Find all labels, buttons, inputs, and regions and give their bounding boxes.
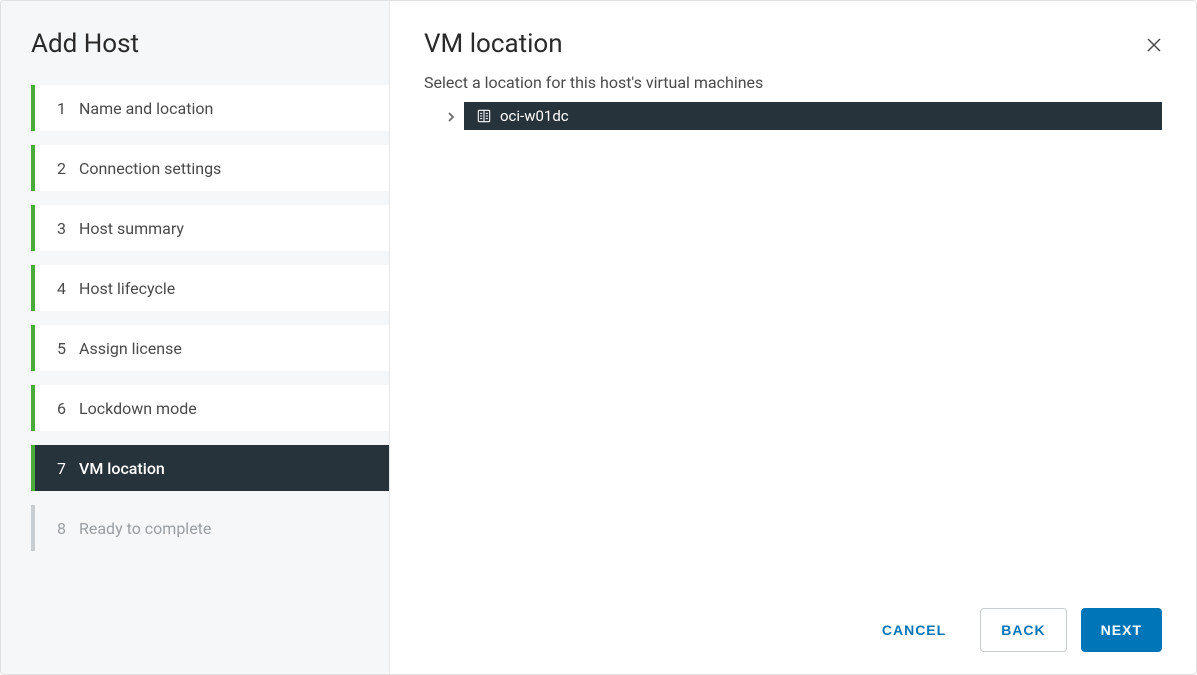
page-subtitle: Select a location for this host's virtua… <box>424 73 1162 92</box>
step-number: 6 <box>57 399 79 418</box>
step-connection-settings[interactable]: 2 Connection settings <box>31 145 389 191</box>
step-label: Name and location <box>79 99 213 118</box>
tree-node-datacenter[interactable]: oci-w01dc <box>464 102 1162 130</box>
step-number: 8 <box>57 519 79 538</box>
datacenter-icon <box>476 108 492 124</box>
wizard-main: VM location Select a location for this h… <box>390 1 1196 674</box>
wizard-steps: 1 Name and location 2 Connection setting… <box>1 85 389 551</box>
step-number: 4 <box>57 279 79 298</box>
next-button[interactable]: NEXT <box>1081 608 1162 652</box>
step-host-lifecycle[interactable]: 4 Host lifecycle <box>31 265 389 311</box>
location-tree: oci-w01dc <box>424 102 1162 130</box>
back-button[interactable]: BACK <box>980 608 1066 652</box>
wizard-footer: CANCEL BACK NEXT <box>424 588 1162 652</box>
tree-node-label: oci-w01dc <box>500 107 569 125</box>
step-number: 3 <box>57 219 79 238</box>
add-host-wizard: Add Host 1 Name and location 2 Connectio… <box>0 0 1197 675</box>
step-label: Connection settings <box>79 159 221 178</box>
chevron-right-icon <box>446 107 456 126</box>
step-number: 1 <box>57 99 79 118</box>
step-ready-to-complete: 8 Ready to complete <box>31 505 389 551</box>
step-name-and-location[interactable]: 1 Name and location <box>31 85 389 131</box>
wizard-title: Add Host <box>1 1 389 85</box>
step-host-summary[interactable]: 3 Host summary <box>31 205 389 251</box>
close-button[interactable] <box>1142 35 1166 59</box>
step-label: VM location <box>79 459 165 478</box>
step-lockdown-mode[interactable]: 6 Lockdown mode <box>31 385 389 431</box>
page-title: VM location <box>424 29 1162 59</box>
wizard-sidebar: Add Host 1 Name and location 2 Connectio… <box>1 1 390 674</box>
step-label: Host lifecycle <box>79 279 175 298</box>
cancel-button[interactable]: CANCEL <box>862 608 966 652</box>
step-number: 5 <box>57 339 79 358</box>
step-label: Ready to complete <box>79 519 211 538</box>
step-label: Lockdown mode <box>79 399 197 418</box>
step-label: Assign license <box>79 339 182 358</box>
close-icon <box>1145 36 1163 58</box>
step-number: 2 <box>57 159 79 178</box>
step-vm-location[interactable]: 7 VM location <box>31 445 389 491</box>
step-number: 7 <box>57 459 79 478</box>
step-label: Host summary <box>79 219 184 238</box>
step-assign-license[interactable]: 5 Assign license <box>31 325 389 371</box>
tree-row: oci-w01dc <box>438 102 1162 130</box>
expand-toggle[interactable] <box>438 107 464 126</box>
